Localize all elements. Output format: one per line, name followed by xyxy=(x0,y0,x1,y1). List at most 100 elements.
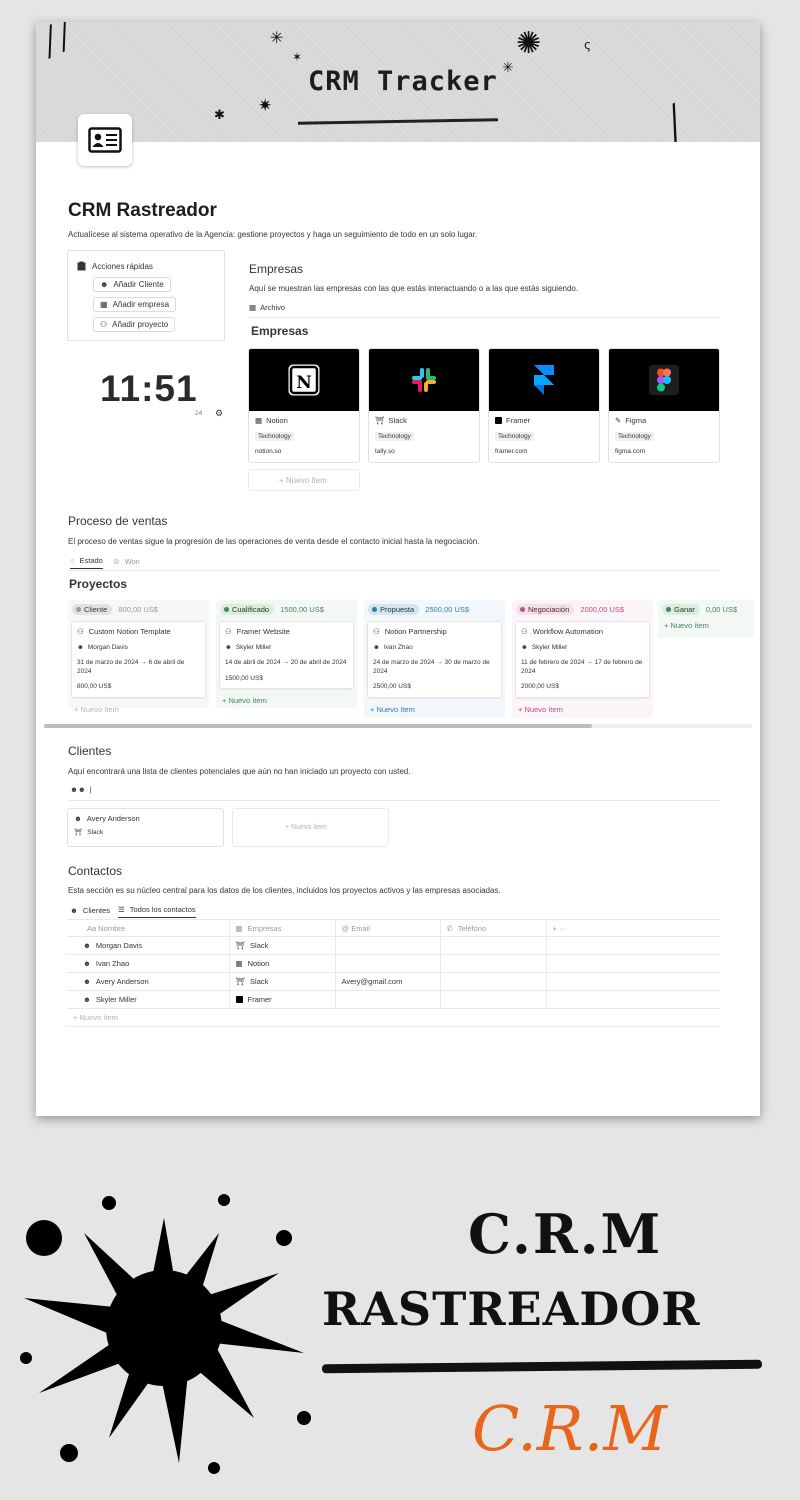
table-row[interactable]: ☻ Avery Anderson ⛩ Slack Avery@gmail.com xyxy=(67,972,720,991)
quick-actions-box: Acciones rápidas ☻ Añadir Cliente ▦ Añad… xyxy=(67,250,225,341)
project-card[interactable]: ⚇ Framer Website ☻ Skyler Miller 14 de abr… xyxy=(219,621,354,690)
star-icon: ✳ xyxy=(502,60,514,76)
cover-title: CRM Tracker xyxy=(308,66,498,97)
notion-logo: N xyxy=(249,349,359,411)
table-header-row: Aa Nombre ▦ Empresas @ Email ✆ Teléfono + … xyxy=(67,919,720,937)
person-icon: ☻ xyxy=(100,280,109,289)
person-icon: ☻ xyxy=(83,995,91,1004)
building-icon: ▦ xyxy=(255,416,263,425)
tab-todos-los-contactos[interactable]: ☰ Todos los contactos xyxy=(118,905,196,918)
star-icon: ✱ xyxy=(214,108,225,123)
add-company-button[interactable]: ▦ Añadir empresa xyxy=(93,297,177,312)
project-card[interactable]: ⚇ Notion Partnership ☻ Ivan Zhao 24 de mar… xyxy=(367,621,502,698)
company-name: Notion xyxy=(266,416,288,425)
contact-card-icon xyxy=(88,127,122,153)
new-client-button[interactable]: + Nuevo ítem xyxy=(232,808,389,847)
ink-splat-graphic xyxy=(14,1178,314,1478)
framer-logo xyxy=(489,349,599,411)
bank-icon: ⛩ xyxy=(74,829,83,836)
gear-icon[interactable]: ⚙ xyxy=(215,408,223,419)
svg-text:N: N xyxy=(296,373,312,393)
add-project-button[interactable]: ⚇ Añadir proyecto xyxy=(93,317,176,332)
column-total: 800,00 US$ xyxy=(118,605,158,614)
bank-icon: ⛩ xyxy=(375,416,385,425)
project-icon: ⚇ xyxy=(77,627,84,636)
add-client-button[interactable]: ☻ Añadir Cliente xyxy=(93,277,171,292)
project-amount: 800,00 US$ xyxy=(77,683,112,691)
column-header-company[interactable]: ▦ Empresas xyxy=(228,919,335,937)
star-icon: ✺ xyxy=(516,26,542,61)
person-icon: ☻ xyxy=(83,977,91,986)
new-item-button[interactable]: + Nuevo ítem xyxy=(68,700,209,719)
divider xyxy=(68,570,720,571)
ventas-heading: Proceso de ventas xyxy=(68,514,168,528)
trophy-icon: ♔ xyxy=(112,556,120,566)
horizontal-scrollbar[interactable] xyxy=(44,724,752,728)
clientes-view-tab[interactable]: ☻☻ | xyxy=(70,785,92,794)
project-card[interactable]: ⚇ Workflow Automation ☻ Skyler Miller 11 d… xyxy=(515,621,650,698)
company-tag: Technology xyxy=(495,432,534,441)
people-icon: ☻☻ xyxy=(70,785,86,794)
company-url: notion.so xyxy=(255,448,282,455)
table-row[interactable]: ☻ Ivan Zhao ▦ Notion xyxy=(67,954,720,973)
project-card[interactable]: ⚇ Custom Notion Template ☻ Morgan Davis 31… xyxy=(71,621,206,698)
page-icon[interactable] xyxy=(78,114,132,166)
project-dates: 11 de febrero de 2024 → 17 de febrero de… xyxy=(521,659,643,675)
person-icon: ☻ xyxy=(83,959,91,968)
new-company-button[interactable]: + Nuevo ítem xyxy=(248,469,360,491)
status-badge: Cualificado xyxy=(220,604,275,615)
company-tag: Technology xyxy=(615,432,654,441)
new-row[interactable]: + Nuevo ítem xyxy=(67,1008,720,1027)
company-card-framer[interactable]: Framer Technology framer.com xyxy=(488,348,600,463)
cover-image[interactable]: ╱╱ ✳ ✶ ✺ ✳ ✷ ✱ ς ╱ CRM Tracker xyxy=(36,22,760,142)
person-icon: ☻ xyxy=(225,644,232,651)
table-row[interactable]: ☻ Skyler Miller Framer xyxy=(67,990,720,1009)
tab-estado[interactable]: ◌ Estado xyxy=(70,556,103,569)
new-item-button[interactable]: + Nuevo ítem xyxy=(364,700,505,719)
company-url: framer.com xyxy=(495,448,528,455)
table-row[interactable]: ☻ Morgan Davis ⛩ Slack xyxy=(67,936,720,955)
scribble-icon: ╱ xyxy=(658,103,692,142)
status-badge: Ganar xyxy=(662,604,700,615)
person-icon: ☻ xyxy=(74,814,82,823)
company-tag: Technology xyxy=(255,432,294,441)
divider xyxy=(249,317,719,318)
archive-view-tab[interactable]: ▦ Archivo xyxy=(249,303,285,312)
new-item-button[interactable]: + Nuevo ítem xyxy=(658,619,754,635)
person-icon: ☻ xyxy=(373,644,380,651)
column-header-email[interactable]: @ Email xyxy=(334,919,440,937)
status-badge: Propuesta xyxy=(368,604,420,615)
add-column-button[interactable]: + ··· xyxy=(545,919,720,937)
tab-won[interactable]: ♔ Won xyxy=(113,557,140,569)
brand-script: C.R.M xyxy=(472,1392,667,1465)
contactos-tabs: ☻ Clientes ☰ Todos los contactos xyxy=(70,905,196,918)
company-card-slack[interactable]: ⛩ Slack Technology tally.so xyxy=(368,348,480,463)
project-dates: 31 de marzo de 2024 → 6 de abril de 2024 xyxy=(77,659,185,675)
project-icon: ⚇ xyxy=(521,627,528,636)
column-header-name[interactable]: Aa Nombre xyxy=(67,919,229,937)
company-name: Figma xyxy=(625,416,647,425)
client-card[interactable]: ☻ Avery Anderson ⛩ Slack xyxy=(67,808,224,847)
framer-icon xyxy=(235,996,243,1003)
person-icon: ☻ xyxy=(77,644,84,651)
framer-icon xyxy=(495,417,502,424)
column-total: 2000,00 US$ xyxy=(580,605,625,614)
clock-format[interactable]: 24 xyxy=(195,410,202,417)
scrollbar-thumb[interactable] xyxy=(44,724,592,728)
status-badge: Negociación xyxy=(516,604,575,615)
project-dates: 14 de abril de 2024 → 20 de abril de 202… xyxy=(225,659,347,667)
company-card-notion[interactable]: N ▦ Notion Technology notion.so xyxy=(248,348,360,463)
project-dates: 24 de marzo de 2024 → 30 de marzo de 202… xyxy=(373,659,490,675)
column-header-phone[interactable]: ✆ Teléfono xyxy=(439,919,546,937)
board-column-negociacion: Negociación 2000,00 US$ ⚇ Workflow Automat… xyxy=(512,600,653,718)
status-badge: Cliente xyxy=(72,604,113,615)
project-amount: 1500,00 US$ xyxy=(225,674,263,682)
company-tag: Technology xyxy=(375,432,414,441)
clipboard-icon xyxy=(77,261,86,271)
page-description: Actualícese al sistema operativo de la A… xyxy=(68,230,478,239)
new-item-button[interactable]: + Nuevo ítem xyxy=(216,691,357,710)
company-card-figma[interactable]: ✎ Figma Technology figma.com xyxy=(608,348,720,463)
tab-clientes[interactable]: ☻ Clientes xyxy=(70,906,110,918)
new-item-button[interactable]: + Nuevo ítem xyxy=(512,700,653,719)
clock-widget: 11:51 xyxy=(100,368,198,409)
